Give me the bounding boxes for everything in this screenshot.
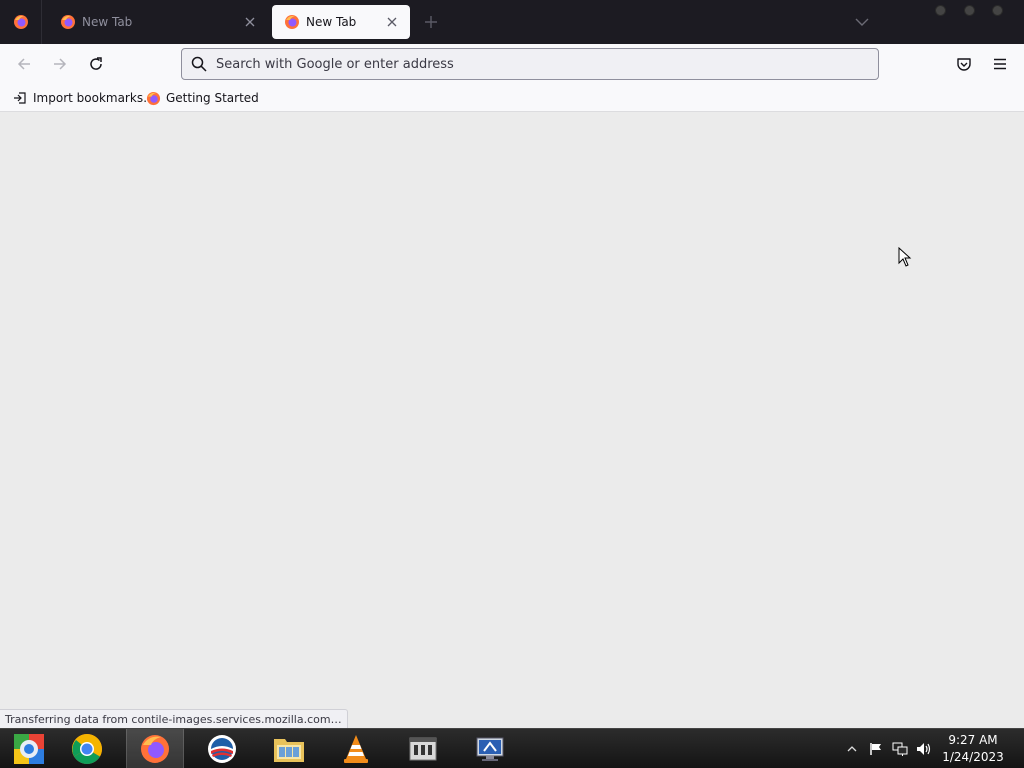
status-panel: Transferring data from contile-images.se… [0,709,348,728]
back-button[interactable] [12,52,36,76]
chevron-down-icon [855,18,869,26]
firefox-icon [61,15,75,29]
reload-icon [90,57,102,70]
forward-button[interactable] [48,52,72,76]
app-window-icon [409,737,437,761]
navigation-toolbar [0,44,1024,84]
firefox-icon [141,735,169,763]
hamburger-menu-icon [994,58,1006,70]
show-hidden-icons-button[interactable] [844,741,860,757]
clock-date: 1/24/2023 [942,750,1004,764]
start-button[interactable] [0,729,58,768]
obama-logo-icon [208,735,236,763]
bookmark-label: Import bookmarks… [33,91,156,105]
new-tab-button[interactable] [421,12,441,32]
taskbar-firefox[interactable] [126,729,184,768]
folder-icon [274,739,304,762]
bookmark-label: Getting Started [166,91,259,105]
address-bar[interactable] [181,48,879,80]
tab-new-tab-2[interactable]: New Tab [272,5,410,39]
pocket-icon [957,58,971,71]
taskbar-file-explorer[interactable] [260,729,318,768]
volume-icon[interactable] [916,741,932,757]
arrow-right-icon [54,58,67,70]
close-tab-icon[interactable] [384,14,400,30]
vlc-icon [344,735,368,763]
search-icon [190,55,208,73]
firefox-icon [13,15,28,29]
taskbar-obama-app[interactable] [193,729,251,768]
system-clock[interactable]: 9:27 AM 1/24/2023 [938,732,1008,766]
taskbar-vlc[interactable] [327,729,385,768]
taskbar-chrome[interactable] [58,729,116,768]
chevron-up-icon [847,746,857,752]
network-icon[interactable] [892,741,908,757]
bookmark-import[interactable]: Import bookmarks… [12,88,155,108]
tab-new-tab-1[interactable]: New Tab [48,5,268,39]
app-menu-button[interactable] [988,52,1012,76]
reload-button[interactable] [84,52,108,76]
clock-time: 9:27 AM [948,733,998,747]
action-center-icon[interactable] [868,741,884,757]
chrome-icon [71,734,103,765]
taskbar: 9:27 AM 1/24/2023 [0,728,1024,768]
arrow-left-icon [17,58,30,70]
close-tab-icon[interactable] [242,14,258,30]
firefox-view-button[interactable] [0,0,42,44]
page-content[interactable] [0,113,1024,728]
tab-title: New Tab [82,15,133,29]
pocket-button[interactable] [952,52,976,76]
tab-title: New Tab [306,15,357,29]
plus-icon [425,16,437,28]
taskbar-generic-app[interactable] [394,729,452,768]
maximize-button[interactable] [964,5,975,16]
url-input[interactable] [216,56,836,72]
start-orb-icon [14,734,44,764]
close-window-button[interactable] [992,5,1003,16]
firefox-icon [285,15,299,29]
flag-icon [870,743,881,755]
taskbar-remote-desktop[interactable] [461,729,519,768]
bookmarks-toolbar: Import bookmarks… Getting Started [0,84,1024,112]
remote-desktop-icon [476,737,504,761]
minimize-button[interactable] [935,5,946,16]
tab-strip: New Tab New Tab [0,0,1024,44]
import-icon [12,90,28,106]
bookmark-getting-started[interactable]: Getting Started [145,88,259,108]
list-all-tabs-button[interactable] [852,13,872,31]
firefox-icon [145,90,161,106]
mouse-cursor-icon [898,247,912,267]
